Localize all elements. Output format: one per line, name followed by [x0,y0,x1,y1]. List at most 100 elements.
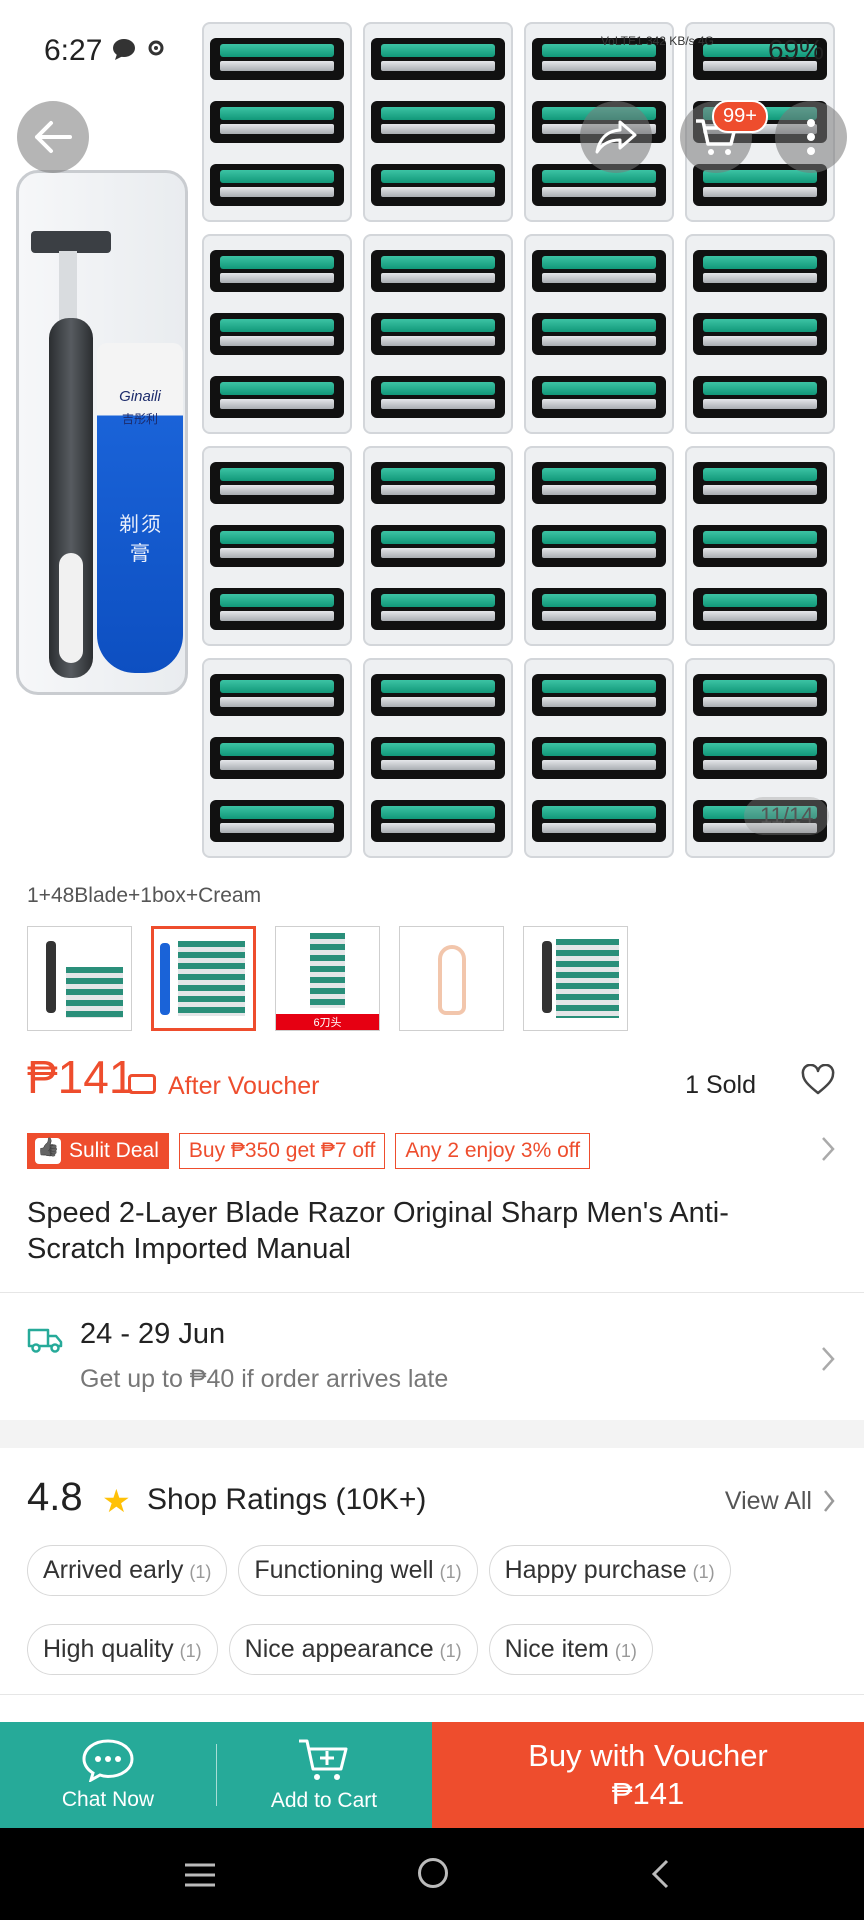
blade-cartridge [693,737,827,779]
divider [0,1292,864,1293]
blade-cartridge [371,800,505,842]
rating-chip[interactable]: Happy purchase (1) [488,1545,731,1596]
blade-cartridge [210,800,344,842]
blade-pack [363,658,513,858]
notification-icons [112,36,172,69]
rating-tag-chips: Arrived early (1) Functioning well (1) Hap… [27,1545,847,1675]
sulit-deal-label: Sulit Deal [69,1139,159,1162]
variation-thumb-2[interactable] [151,926,256,1031]
blade-cartridge [371,588,505,630]
blade-cartridge [371,674,505,716]
blade-cartridge [693,462,827,504]
rating-chip[interactable]: Nice appearance (1) [228,1624,478,1675]
system-navigation-bar [0,1828,864,1920]
blade-cartridge [210,250,344,292]
cart-count-badge: 99+ [712,100,768,133]
blade-pack [202,658,352,858]
arrow-left-icon [35,121,72,153]
blade-cartridge [371,525,505,567]
blade-cartridge [371,101,505,143]
blade-cartridge [532,737,666,779]
heart-icon [801,1063,835,1095]
chevron-left-icon [651,1859,669,1889]
more-vertical-icon [807,119,815,155]
blade-cartridge [210,525,344,567]
rating-chip[interactable]: Functioning well (1) [238,1545,478,1596]
blade-cartridge [371,376,505,418]
blade-cartridge [693,674,827,716]
thumb-strip-text: 6刀头 [276,1014,379,1030]
bottom-action-bar: Chat Now Add to Cart Buy with Voucher ₱1… [0,1722,864,1828]
delivery-date[interactable]: 24 - 29 Jun [80,1318,225,1351]
chat-now-button[interactable]: Chat Now [0,1722,216,1828]
nav-back-button[interactable] [650,1858,670,1895]
blade-cartridge [693,525,827,567]
buy-price: ₱141 [611,1776,685,1811]
blade-cartridge [693,376,827,418]
view-all-link[interactable]: View All [725,1487,812,1516]
razor-kit-image: Ginaili 吉彤利 剃须膏 [16,170,188,695]
blade-cartridge [371,313,505,355]
shop-ratings-label: Shop Ratings (10K+) [147,1483,427,1516]
variation-thumb-5[interactable] [523,926,628,1031]
rating-score: 4.8 [27,1475,83,1519]
blade-cartridge [532,250,666,292]
variation-thumb-4[interactable] [399,926,504,1031]
blade-pack [363,446,513,646]
blade-cartridge [693,588,827,630]
blade-cartridge [371,462,505,504]
image-counter: 11/14 [744,797,830,835]
promotion-row[interactable]: Sulit Deal Buy ₱350 get ₱7 off Any 2 enj… [27,1133,591,1169]
share-button[interactable] [580,101,652,173]
rating-chip[interactable]: Arrived early (1) [27,1545,228,1596]
variation-thumbnails: 6刀头 [27,926,628,1031]
back-button[interactable] [17,101,89,173]
sold-count: 1 Sold [685,1071,756,1099]
divider [0,1694,864,1695]
add-cart-icon [299,1739,348,1780]
kit-tube-text: 剃须膏 [119,514,163,565]
product-title: Speed 2-Layer Blade Razor Original Sharp… [27,1197,729,1265]
blade-cartridge [210,376,344,418]
product-price: ₱141 [27,1051,135,1103]
more-options-button[interactable] [775,101,847,173]
blade-pack [524,446,674,646]
share-icon [595,120,637,154]
blade-cartridge [210,462,344,504]
blade-cartridge [532,376,666,418]
star-icon: ★ [102,1483,131,1519]
blade-cartridge [532,462,666,504]
status-time: 6:27 [44,34,103,67]
sulit-deal-badge: Sulit Deal [27,1133,169,1169]
blade-cartridge [693,250,827,292]
rating-chip[interactable]: Nice item (1) [488,1624,653,1675]
blade-cartridge [693,313,827,355]
favorite-button[interactable] [800,1063,836,1101]
home-button[interactable] [418,1858,448,1888]
buy-with-voucher-button[interactable]: Buy with Voucher ₱141 [432,1722,864,1828]
view-all-chevron-icon[interactable] [822,1488,836,1519]
blade-cartridge [532,800,666,842]
add-to-cart-button[interactable]: Add to Cart [216,1722,432,1828]
blade-cartridge [371,250,505,292]
variation-thumb-1[interactable] [27,926,132,1031]
blade-cartridge [210,313,344,355]
status-bar: 6:27 VoLTE1 342 KB/s 4G 69% [0,28,864,70]
kit-brand-text: Ginaili [119,388,161,405]
buy-label: Buy with Voucher [528,1738,768,1773]
battery-level: 69% [767,34,824,65]
variation-thumb-3[interactable]: 6刀头 [275,926,380,1031]
blade-pack [524,234,674,434]
delivery-chevron-icon[interactable] [820,1345,836,1378]
blade-pack [524,658,674,858]
menu-icon [185,1863,215,1887]
rating-chip[interactable]: High quality (1) [27,1624,218,1675]
promotion-chevron-icon[interactable] [820,1135,836,1168]
blade-pack [685,446,835,646]
voucher-icon [128,1074,156,1094]
blade-cartridge [532,588,666,630]
blade-cartridge [371,164,505,206]
network-speed: VoLTE1 342 KB/s 4G [600,34,714,48]
blade-cartridge [210,737,344,779]
recent-apps-button[interactable] [183,1862,217,1893]
